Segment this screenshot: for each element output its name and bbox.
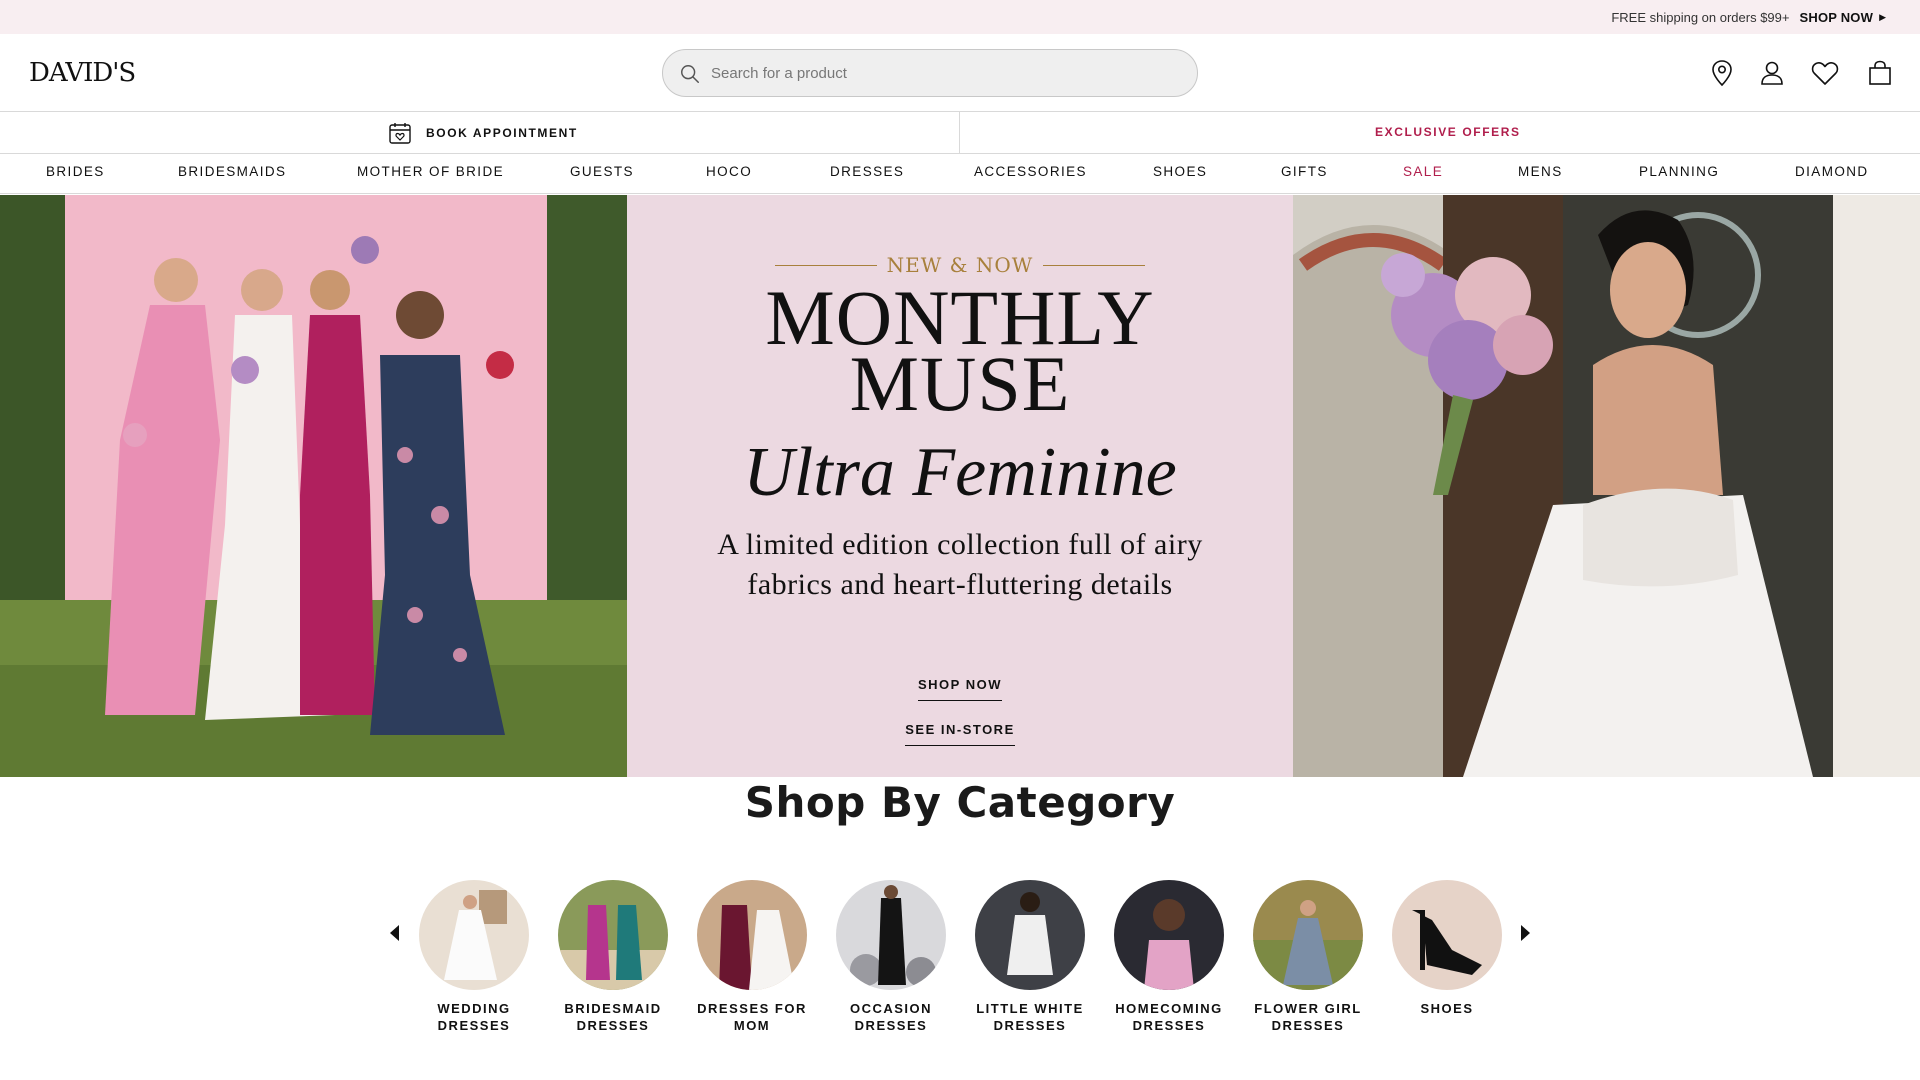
category-image [1114, 880, 1224, 990]
account-icon[interactable] [1757, 58, 1787, 88]
nav-item-shoes[interactable]: SHOES [1153, 164, 1207, 179]
category-label: FLOWER GIRL DRESSES [1238, 1000, 1378, 1034]
nav-item-dresses[interactable]: DRESSES [830, 164, 904, 179]
category-label: WEDDING DRESSES [404, 1000, 544, 1034]
category-image [1392, 880, 1502, 990]
exclusive-offers-link[interactable]: EXCLUSIVE OFFERS [1375, 125, 1521, 139]
shopping-bag-icon[interactable] [1865, 58, 1895, 88]
category-label-line-2: DRESSES [993, 1018, 1067, 1033]
see-in-store-button[interactable]: SEE IN-STORE [905, 722, 1015, 746]
category-label: DRESSES FOR MOM [682, 1000, 822, 1034]
category-label-line-1: HOMECOMING [1115, 1001, 1223, 1016]
promo-shop-now-link[interactable]: SHOP NOW [1799, 10, 1873, 25]
nav-item-brides[interactable]: BRIDES [46, 164, 105, 179]
calendar-icon [389, 123, 411, 144]
hero-image-bridal-party [0, 195, 627, 777]
category-image [419, 880, 529, 990]
heart-icon[interactable] [1810, 58, 1840, 88]
location-pin-icon[interactable] [1707, 58, 1737, 88]
category-label-line-2: MOM [733, 1018, 771, 1033]
category-label-line-2: DRESSES [576, 1018, 650, 1033]
category-label-line-1: WEDDING [437, 1001, 511, 1016]
promo-text: FREE shipping on orders $99+ [1611, 9, 1790, 25]
category-label: BRIDESMAID DRESSES [543, 1000, 683, 1034]
nav-item-mother-of-bride[interactable]: MOTHER OF BRIDE [357, 164, 504, 179]
section-title-shop-by-category: Shop By Category [744, 778, 1176, 827]
nav-item-hoco[interactable]: HOCO [706, 164, 752, 179]
hero-subhead: Ultra Feminine [743, 434, 1177, 511]
category-shoes[interactable]: SHOES [1377, 880, 1517, 1017]
category-image [836, 880, 946, 990]
nav-item-sale[interactable]: SALE [1403, 164, 1443, 179]
category-image [558, 880, 668, 990]
hero-image-bride [1293, 195, 1920, 777]
category-label: LITTLE WHITE DRESSES [960, 1000, 1100, 1034]
site-header: DAVID'S [0, 34, 1920, 112]
nav-item-gifts[interactable]: GIFTS [1281, 164, 1328, 179]
category-label: HOMECOMING DRESSES [1099, 1000, 1239, 1034]
eyebrow-rule-left [774, 264, 877, 266]
category-wedding-dresses[interactable]: WEDDING DRESSES [404, 880, 544, 1034]
category-label-line-2: DRESSES [1132, 1018, 1206, 1033]
category-label-line-1: BRIDESMAID [564, 1001, 662, 1016]
chevron-right-icon: ▶ [1879, 11, 1886, 22]
nav-item-mens[interactable]: MENS [1518, 164, 1563, 179]
shop-now-button[interactable]: SHOP NOW [918, 677, 1002, 701]
category-label-line-2: DRESSES [437, 1018, 511, 1033]
category-bridesmaid-dresses[interactable]: BRIDESMAID DRESSES [543, 880, 683, 1034]
nav-item-guests[interactable]: GUESTS [570, 164, 634, 179]
hero-description-line-2: fabrics and heart-fluttering details [747, 568, 1173, 601]
category-label-line-1: FLOWER GIRL [1254, 1001, 1362, 1016]
nav-item-diamond[interactable]: DIAMOND [1795, 164, 1869, 179]
logo[interactable]: DAVID'S [29, 58, 136, 88]
category-label-line-1: LITTLE WHITE [976, 1001, 1084, 1016]
category-label-line-2: DRESSES [1271, 1018, 1345, 1033]
book-appointment-link[interactable]: BOOK APPOINTMENT [388, 121, 578, 145]
category-image [1253, 880, 1363, 990]
main-nav: BRIDES BRIDESMAIDS MOTHER OF BRIDE GUEST… [0, 154, 1920, 194]
divider [959, 112, 960, 153]
eyebrow-rule-right [1043, 264, 1146, 266]
hero-banner[interactable]: NEW & NOW MONTHLY MUSE Ultra Feminine A … [0, 195, 1920, 777]
category-label-line-2: DRESSES [854, 1018, 928, 1033]
category-label-line-1: DRESSES FOR [697, 1001, 807, 1016]
category-dresses-for-mom[interactable]: DRESSES FOR MOM [682, 880, 822, 1034]
category-image [697, 880, 807, 990]
nav-item-bridesmaids[interactable]: BRIDESMAIDS [178, 164, 286, 179]
category-label-line-1: SHOES [1420, 1001, 1474, 1016]
hero-cta-primary-wrap: SHOP NOW [627, 676, 1293, 701]
search-icon [681, 65, 699, 83]
hero-description: A limited edition collection full of air… [687, 525, 1233, 605]
hero-text-panel: NEW & NOW MONTHLY MUSE Ultra Feminine A … [627, 195, 1293, 777]
category-occasion-dresses[interactable]: OCCASION DRESSES [821, 880, 961, 1034]
search-input[interactable] [711, 50, 1181, 96]
category-label: OCCASION DRESSES [821, 1000, 961, 1034]
category-label-line-1: OCCASION [849, 1001, 933, 1016]
category-label: SHOES [1377, 1000, 1517, 1017]
category-image [975, 880, 1085, 990]
book-appointment-label: BOOK APPOINTMENT [426, 126, 578, 140]
hero-cta-secondary-wrap: SEE IN-STORE [627, 721, 1293, 746]
category-little-white-dresses[interactable]: LITTLE WHITE DRESSES [960, 880, 1100, 1034]
hero-description-line-1: A limited edition collection full of air… [717, 528, 1203, 561]
hero-headline: MONTHLY MUSE [627, 279, 1293, 427]
hero-headline-line-2: MUSE [849, 340, 1071, 427]
utility-row: BOOK APPOINTMENT EXCLUSIVE OFFERS [0, 112, 1920, 154]
nav-item-planning[interactable]: PLANNING [1639, 164, 1719, 179]
search-bar[interactable] [662, 49, 1198, 97]
carousel-next-arrow-icon[interactable] [1521, 925, 1530, 941]
carousel-prev-arrow-icon[interactable] [390, 925, 399, 941]
promo-bar: FREE shipping on orders $99+ SHOP NOW ▶ [0, 0, 1920, 34]
nav-item-accessories[interactable]: ACCESSORIES [974, 164, 1087, 179]
category-flower-girl-dresses[interactable]: FLOWER GIRL DRESSES [1238, 880, 1378, 1034]
category-homecoming-dresses[interactable]: HOMECOMING DRESSES [1099, 880, 1239, 1034]
